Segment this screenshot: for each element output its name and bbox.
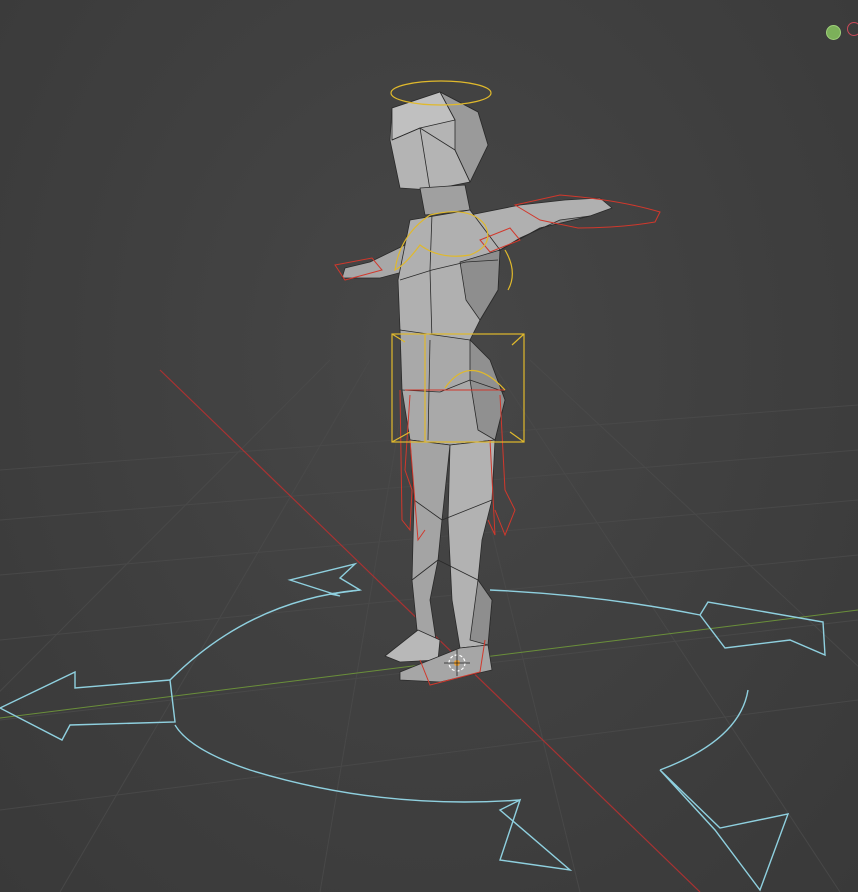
3d-viewport[interactable] [0,0,858,892]
character-mesh[interactable] [341,91,613,683]
gizmo-y-axis-icon[interactable] [826,25,841,40]
navigation-gizmo[interactable] [818,18,858,48]
root-control-widget[interactable] [0,562,826,892]
gizmo-x-axis-icon[interactable] [847,22,858,36]
viewport-canvas[interactable] [0,0,858,892]
